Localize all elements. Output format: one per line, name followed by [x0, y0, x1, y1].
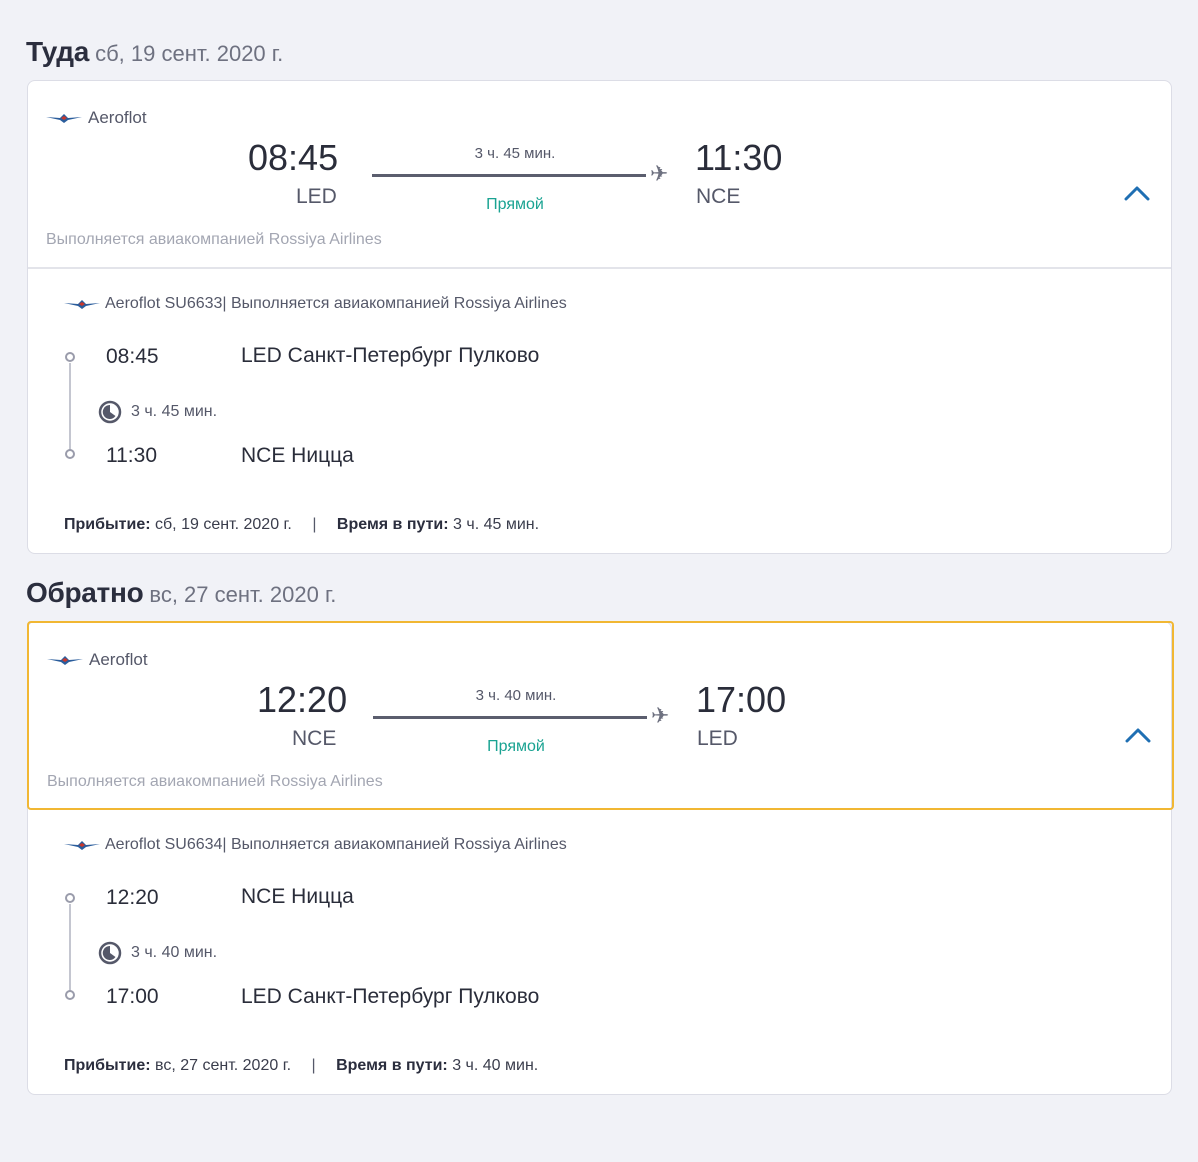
aeroflot-logo-icon	[64, 841, 100, 850]
outbound-arrive-time: 11:30	[695, 137, 783, 178]
outbound-segment-from-time: 08:45	[106, 345, 159, 368]
return-segment-header: Aeroflot SU6634| Выполняется авиакомпани…	[64, 836, 567, 854]
return-segment-from-place: NCE Ницца	[241, 885, 354, 908]
clock-icon	[98, 941, 122, 965]
return-timeline-line	[69, 904, 71, 992]
outbound-title: Туда	[26, 36, 90, 67]
outbound-segment-duration: 3 ч. 45 мин.	[98, 400, 217, 424]
return-segment-duration: 3 ч. 40 мин.	[98, 941, 217, 965]
outbound-airline-name: Aeroflot	[88, 108, 147, 127]
outbound-duration: 3 ч. 45 мин.	[474, 145, 556, 162]
outbound-divider	[28, 267, 1171, 269]
chevron-up-icon[interactable]	[1122, 183, 1152, 203]
outbound-heading: Туда сб, 19 сент. 2020 г.	[26, 36, 283, 68]
outbound-summary[interactable]: Aeroflot 08:45 LED 3 ч. 45 мин. ✈ Прямой…	[28, 81, 1171, 269]
return-depart-code: NCE	[292, 727, 337, 750]
return-flight-card: Aeroflot 12:20 NCE 3 ч. 40 мин. ✈ Прямой…	[27, 621, 1174, 1095]
aeroflot-logo-icon	[46, 114, 82, 123]
return-travel-value: 3 ч. 40 мин.	[452, 1057, 539, 1074]
outbound-timeline-end-dot	[65, 449, 75, 459]
outbound-segment-header: Aeroflot SU6633| Выполняется авиакомпани…	[64, 295, 567, 313]
return-operated-by: Выполняется авиакомпанией Rossiya Airlin…	[47, 773, 383, 790]
footer-separator: |	[312, 516, 317, 533]
outbound-airline: Aeroflot	[46, 108, 147, 128]
outbound-segment-to-place: NCE Ницца	[241, 444, 354, 467]
return-route-line	[373, 716, 647, 719]
return-date: вс, 27 сент. 2020 г.	[149, 582, 337, 607]
aeroflot-logo-icon	[47, 656, 83, 665]
return-depart-time: 12:20	[257, 679, 348, 720]
return-summary[interactable]: Aeroflot 12:20 NCE 3 ч. 40 мин. ✈ Прямой…	[27, 621, 1174, 810]
outbound-segment-from-place: LED Санкт-Петербург Пулково	[241, 344, 540, 367]
footer-separator: |	[311, 1057, 316, 1074]
outbound-timeline-line	[69, 363, 71, 451]
return-segment-to-place: LED Санкт-Петербург Пулково	[241, 985, 540, 1008]
outbound-date: сб, 19 сент. 2020 г.	[95, 41, 284, 66]
return-arrive-time: 17:00	[696, 679, 787, 720]
chevron-up-icon[interactable]	[1123, 725, 1153, 745]
outbound-depart-code: LED	[296, 185, 337, 208]
return-title: Обратно	[26, 577, 144, 608]
plane-icon: ✈	[651, 703, 670, 728]
outbound-segment-duration-text: 3 ч. 45 мин.	[131, 403, 218, 420]
return-segment-to-time: 17:00	[106, 985, 159, 1008]
outbound-route-line	[372, 174, 646, 177]
outbound-segment-header-text: Aeroflot SU6633| Выполняется авиакомпани…	[105, 295, 567, 312]
return-duration: 3 ч. 40 мин.	[475, 687, 557, 704]
plane-icon: ✈	[650, 161, 669, 186]
return-airline-name: Aeroflot	[89, 650, 148, 669]
outbound-flight-card: Aeroflot 08:45 LED 3 ч. 45 мин. ✈ Прямой…	[27, 80, 1172, 554]
return-segment-header-text: Aeroflot SU6634| Выполняется авиакомпани…	[105, 836, 567, 853]
outbound-segment-to-time: 11:30	[106, 444, 157, 467]
return-timeline-start-dot	[65, 893, 75, 903]
outbound-arrival-value: сб, 19 сент. 2020 г.	[155, 516, 292, 533]
return-arrive-code: LED	[697, 727, 738, 750]
outbound-stops: Прямой	[486, 196, 544, 213]
outbound-arrive-code: NCE	[696, 185, 741, 208]
return-footer: Прибытие: вс, 27 сент. 2020 г. | Время в…	[64, 1057, 538, 1075]
outbound-operated-by: Выполняется авиакомпанией Rossiya Airlin…	[46, 231, 382, 248]
return-segment-duration-text: 3 ч. 40 мин.	[131, 944, 218, 961]
return-timeline-end-dot	[65, 990, 75, 1000]
return-arrival-label: Прибытие:	[64, 1057, 151, 1074]
outbound-footer: Прибытие: сб, 19 сент. 2020 г. | Время в…	[64, 516, 539, 534]
outbound-travel-value: 3 ч. 45 мин.	[453, 516, 540, 533]
return-stops: Прямой	[487, 738, 545, 755]
outbound-depart-time: 08:45	[248, 137, 339, 178]
return-airline: Aeroflot	[47, 650, 148, 670]
return-heading: Обратно вс, 27 сент. 2020 г.	[26, 577, 336, 609]
outbound-arrival-label: Прибытие:	[64, 516, 151, 533]
return-arrival-value: вс, 27 сент. 2020 г.	[155, 1057, 292, 1074]
outbound-timeline-start-dot	[65, 352, 75, 362]
return-travel-label: Время в пути:	[336, 1057, 448, 1074]
outbound-travel-label: Время в пути:	[336, 516, 449, 533]
aeroflot-logo-icon	[64, 300, 100, 309]
clock-icon	[98, 400, 122, 424]
return-segment-from-time: 12:20	[106, 886, 159, 909]
